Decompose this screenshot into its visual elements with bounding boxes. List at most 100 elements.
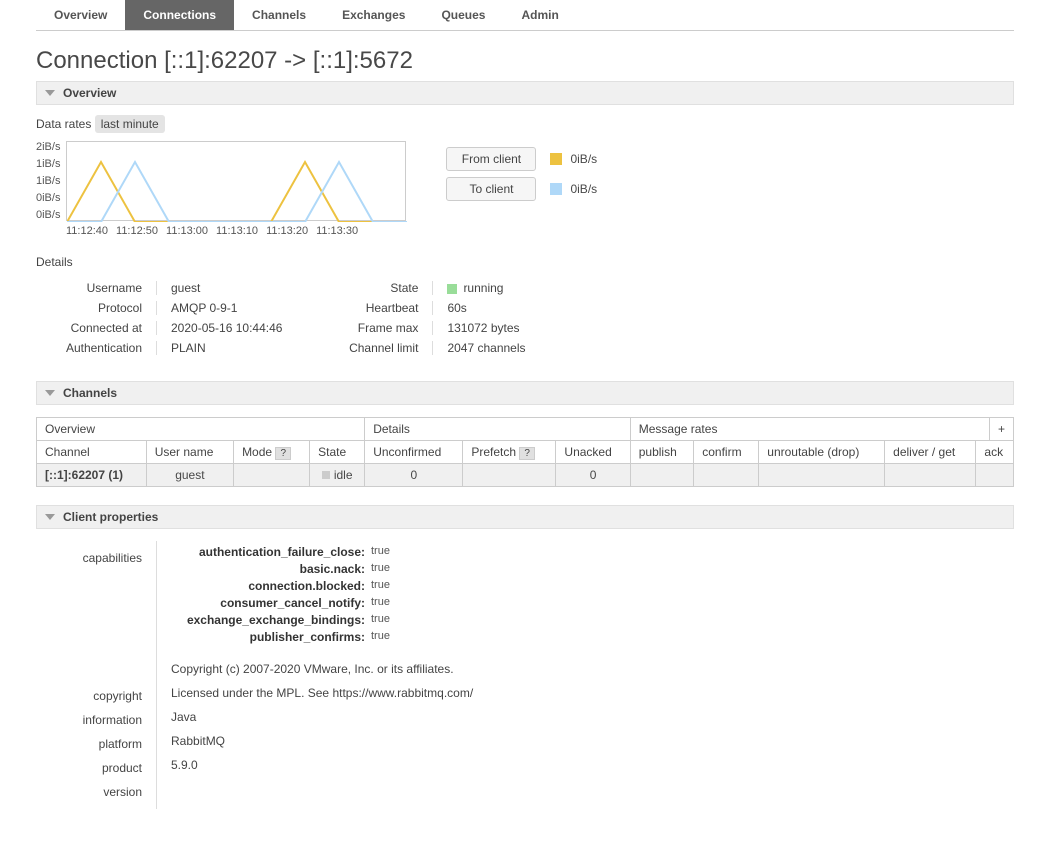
details-heading: Details [36, 255, 1014, 269]
cell-unacked: 0 [556, 464, 630, 487]
cap-value: true [371, 545, 390, 559]
channels-table: Overview Details Message rates + Channel… [36, 417, 1014, 487]
prop-label-product: product [36, 761, 142, 775]
chart-x-axis: 11:12:40 11:12:50 11:13:00 11:13:10 11:1… [36, 225, 406, 237]
col-confirm[interactable]: confirm [694, 441, 759, 464]
group-header-overview: Overview [37, 418, 365, 441]
legend-from-client-button[interactable]: From client [446, 147, 536, 171]
details-grid: Usernameguest ProtocolAMQP 0-9-1 Connect… [36, 275, 1014, 361]
detail-value-authentication: PLAIN [171, 341, 206, 355]
prop-value-platform: Java [171, 710, 473, 724]
cell-unconfirmed: 0 [365, 464, 463, 487]
tab-channels[interactable]: Channels [234, 0, 324, 30]
chart-legend: From client 0iB/s To client 0iB/s [446, 141, 597, 207]
col-user-name[interactable]: User name [146, 441, 233, 464]
client-properties: capabilities copyright information platf… [36, 541, 1014, 809]
chevron-down-icon [45, 514, 55, 520]
data-rates-label: Data rates last minute [36, 117, 1014, 131]
col-channel[interactable]: Channel [37, 441, 147, 464]
section-client-props-header[interactable]: Client properties [36, 505, 1014, 529]
cap-value: true [371, 596, 390, 610]
cell-ack [976, 464, 1014, 487]
cell-confirm [694, 464, 759, 487]
chart-y-axis: 2iB/s 1iB/s 1iB/s 0iB/s 0iB/s [36, 141, 66, 221]
swatch-yellow-icon [550, 153, 562, 165]
col-state[interactable]: State [310, 441, 365, 464]
prop-label-information: information [36, 713, 142, 727]
tab-admin[interactable]: Admin [503, 0, 576, 30]
rates-period-pill[interactable]: last minute [95, 115, 165, 133]
section-channels-title: Channels [63, 386, 117, 400]
tab-overview[interactable]: Overview [36, 0, 125, 30]
detail-value-username: guest [171, 281, 200, 295]
prop-value-information: Licensed under the MPL. See https://www.… [171, 686, 473, 700]
detail-value-protocol: AMQP 0-9-1 [171, 301, 237, 315]
tab-exchanges[interactable]: Exchanges [324, 0, 423, 30]
detail-value-connected-at: 2020-05-16 10:44:46 [171, 321, 282, 335]
tab-connections[interactable]: Connections [125, 0, 234, 30]
cap-value: true [371, 613, 390, 627]
cap-label: exchange_exchange_bindings: [171, 613, 371, 627]
col-publish[interactable]: publish [630, 441, 694, 464]
detail-label-username: Username [36, 281, 156, 295]
prop-label-copyright: copyright [36, 689, 142, 703]
prop-value-version: 5.9.0 [171, 758, 473, 772]
cap-value: true [371, 630, 390, 644]
chevron-down-icon [45, 390, 55, 396]
group-header-message-rates: Message rates [630, 418, 989, 441]
detail-label-authentication: Authentication [36, 341, 156, 355]
cap-label: basic.nack: [171, 562, 371, 576]
col-unacked[interactable]: Unacked [556, 441, 630, 464]
cap-value: true [371, 562, 390, 576]
swatch-blue-icon [550, 183, 562, 195]
col-prefetch[interactable]: Prefetch ? [463, 441, 556, 464]
status-idle-icon [322, 471, 330, 479]
cap-value: true [371, 579, 390, 593]
page-title: Connection [::1]:62207 -> [::1]:5672 [36, 47, 1014, 75]
cell-deliver [885, 464, 976, 487]
detail-value-heartbeat: 60s [447, 301, 466, 315]
col-unroutable[interactable]: unroutable (drop) [759, 441, 885, 464]
cap-label: consumer_cancel_notify: [171, 596, 371, 610]
col-mode[interactable]: Mode ? [234, 441, 310, 464]
prop-label-platform: platform [36, 737, 142, 751]
rates-text: Data rates [36, 117, 91, 131]
cap-label: publisher_confirms: [171, 630, 371, 644]
detail-value-channel-limit: 2047 channels [447, 341, 525, 355]
chevron-down-icon [45, 90, 55, 96]
prop-value-copyright: Copyright (c) 2007-2020 VMware, Inc. or … [171, 662, 473, 676]
detail-label-connected-at: Connected at [36, 321, 156, 335]
add-column-button[interactable]: + [989, 418, 1013, 441]
section-channels-header[interactable]: Channels [36, 381, 1014, 405]
detail-label-heartbeat: Heartbeat [312, 301, 432, 315]
tab-queues[interactable]: Queues [423, 0, 503, 30]
cell-prefetch [463, 464, 556, 487]
prop-value-product: RabbitMQ [171, 734, 473, 748]
detail-label-frame-max: Frame max [312, 321, 432, 335]
legend-from-client-value: 0iB/s [570, 152, 597, 166]
section-client-props-title: Client properties [63, 510, 158, 524]
nav-tabs: Overview Connections Channels Exchanges … [36, 0, 1014, 31]
legend-to-client-button[interactable]: To client [446, 177, 536, 201]
cell-user: guest [146, 464, 233, 487]
detail-value-frame-max: 131072 bytes [447, 321, 519, 335]
cell-unroutable [759, 464, 885, 487]
section-overview-header[interactable]: Overview [36, 81, 1014, 105]
data-rates-chart [66, 141, 406, 221]
col-ack[interactable]: ack [976, 441, 1014, 464]
detail-label-channel-limit: Channel limit [312, 341, 432, 355]
prop-label-capabilities: capabilities [36, 551, 142, 565]
group-header-details: Details [365, 418, 631, 441]
table-row: [::1]:62207 (1) guest idle 0 0 [37, 464, 1014, 487]
status-running-icon [447, 284, 457, 294]
help-prefetch-icon[interactable]: ? [519, 447, 535, 460]
detail-label-state: State [312, 281, 432, 295]
col-unconfirmed[interactable]: Unconfirmed [365, 441, 463, 464]
detail-value-state: running [447, 281, 503, 295]
section-overview-title: Overview [63, 86, 116, 100]
cell-publish [630, 464, 694, 487]
col-deliver-get[interactable]: deliver / get [885, 441, 976, 464]
help-mode-icon[interactable]: ? [275, 447, 291, 460]
channel-link[interactable]: [::1]:62207 (1) [45, 468, 123, 482]
cap-label: connection.blocked: [171, 579, 371, 593]
